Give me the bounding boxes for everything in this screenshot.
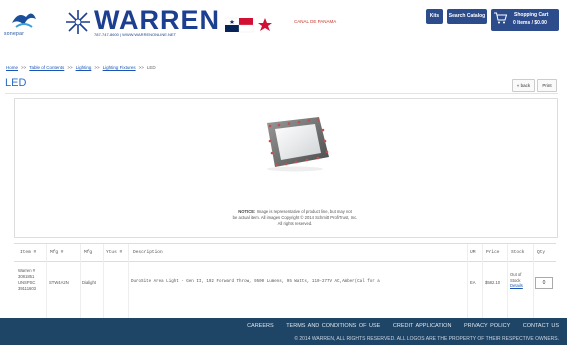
column-divider (482, 244, 483, 319)
notice-line-1: Image is representative of product line,… (255, 209, 352, 214)
quantity-input[interactable]: 0 (535, 277, 553, 289)
breadcrumb-table-of-contents[interactable]: Table of Contents (29, 65, 64, 70)
site-footer: CAREERS TERMS AND CONDITIONS OF USE CRED… (0, 318, 567, 345)
star-icon (66, 10, 90, 34)
col-header-mfg-no[interactable]: Mfg # (50, 250, 64, 255)
col-header-stock: Stock (511, 250, 525, 255)
title-divider (5, 93, 558, 94)
image-notice: NOTICE: Image is representative of produ… (195, 209, 395, 227)
cart-icon (494, 12, 507, 24)
breadcrumb-home[interactable]: Home (6, 65, 18, 70)
table-cell-item: Warren # 3081851 UNSPSC 39111603 (18, 268, 46, 292)
table-cell-mfg-no: STW4A2N (49, 280, 69, 285)
stock-status-2: Stock (510, 277, 521, 283)
breadcrumb: Home >> Table of Contents >> Lighting >> Light… (6, 65, 156, 70)
breadcrumb-separator: >> (21, 65, 27, 70)
footer-link-terms[interactable]: TERMS AND CONDITIONS OF USE (286, 323, 380, 329)
breadcrumb-separator: >> (138, 65, 144, 70)
site-header: sonepar WARREN 787-747-8600 | WWW.WARREN… (0, 0, 567, 50)
panama-flag-icon (225, 17, 272, 33)
table-cell-description[interactable]: DuroSite Area Light - Gen II, 192 Forwar… (131, 280, 380, 284)
footer-copyright: © 2014 WARREN, ALL RIGHTS RESERVED. ALL … (294, 336, 559, 342)
col-header-item[interactable]: Item # (20, 250, 36, 255)
footer-link-careers[interactable]: CAREERS (247, 323, 274, 329)
col-header-price: Price (486, 250, 500, 255)
kits-button[interactable]: Kits (426, 9, 443, 24)
warren-logo[interactable]: WARREN 787-747-8600 | WWW.WARRENONLINE.N… (64, 5, 219, 39)
column-divider (467, 244, 468, 319)
footer-links: CAREERS TERMS AND CONDITIONS OF USE CRED… (237, 323, 559, 329)
product-image[interactable] (255, 113, 335, 173)
shopping-cart-button[interactable]: Shopping Cart 0 Items / $0.00 (491, 9, 559, 31)
print-button[interactable]: Print (537, 79, 557, 92)
breadcrumb-current: LED (146, 65, 156, 70)
cart-label: Shopping Cart (514, 12, 549, 18)
column-divider (507, 244, 508, 319)
canal-de-panama-text: CANAL DE PANAMA (294, 19, 337, 24)
table-cell-price: $582.10 (485, 280, 501, 285)
footer-link-contact-us[interactable]: CONTACT US (523, 323, 559, 329)
column-divider (46, 244, 47, 319)
cart-summary: 0 Items / $0.00 (513, 20, 547, 26)
search-catalog-button[interactable]: Search Catalog (447, 9, 487, 24)
breadcrumb-separator: >> (67, 65, 73, 70)
warren-contact-text: 787-747-8600 | WWW.WARRENONLINE.NET (94, 32, 177, 37)
product-table: Item # Mfg # Mfg Ytus # Description UM P… (14, 243, 556, 320)
page-title: LED (5, 77, 27, 89)
unspsc-code: UNSPSC 39111603 (18, 280, 37, 291)
breadcrumb-lighting-fixtures[interactable]: Lighting Fixtures (103, 65, 136, 70)
notice-line-2: be actual item. All images Copyright © 2… (232, 215, 358, 220)
product-image-panel: NOTICE: Image is representative of produ… (14, 98, 558, 238)
stock-details-link[interactable]: Details (510, 283, 523, 288)
breadcrumb-lighting[interactable]: Lighting (76, 65, 92, 70)
sonepar-logo-text: sonepar (4, 31, 25, 37)
notice-line-3: All rights reserved. (277, 221, 313, 226)
column-divider (103, 244, 104, 319)
stock-status-1: Out of (510, 272, 522, 277)
col-header-um: UM (470, 250, 476, 255)
breadcrumb-separator: >> (94, 65, 100, 70)
table-cell-um: EA (470, 280, 476, 285)
back-button[interactable]: « back (512, 79, 535, 92)
footer-link-credit-application[interactable]: CREDIT APPLICATION (393, 323, 452, 329)
item-number: Warren # 3081851 (18, 268, 36, 279)
notice-label: NOTICE: (238, 209, 256, 214)
table-cell-mfg: Dialight (82, 280, 96, 285)
col-header-ytus[interactable]: Ytus # (106, 250, 122, 255)
column-divider (80, 244, 81, 319)
col-header-description[interactable]: Description (133, 250, 163, 255)
column-divider (128, 244, 129, 319)
col-header-mfg[interactable]: Mfg (84, 250, 92, 255)
footer-link-privacy-policy[interactable]: PRIVACY POLICY (464, 323, 510, 329)
table-cell-stock: Out of Stock Details (510, 272, 534, 289)
table-header-divider (14, 261, 556, 262)
col-header-qty: Qty (537, 250, 546, 255)
